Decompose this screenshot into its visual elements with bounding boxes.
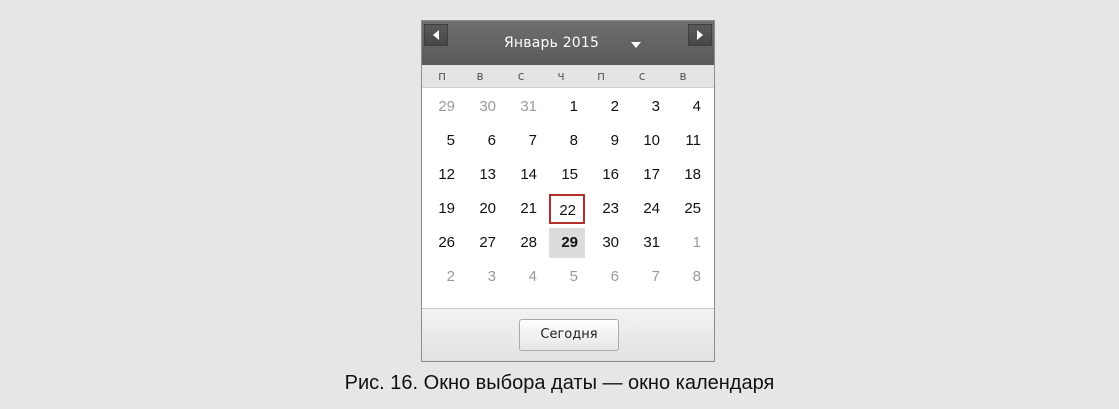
day-cell[interactable]: 7	[631, 262, 667, 292]
day-cell[interactable]: 12	[426, 160, 462, 190]
day-cell[interactable]: 27	[467, 228, 503, 258]
triangle-right-icon	[697, 30, 703, 40]
day-cell[interactable]: 16	[590, 160, 626, 190]
day-cell[interactable]: 15	[549, 160, 585, 190]
day-cell[interactable]: 1	[549, 92, 585, 122]
day-cell[interactable]: 25	[672, 194, 708, 224]
day-cell[interactable]: 3	[631, 92, 667, 122]
weekday-label: в	[476, 69, 484, 83]
day-cell[interactable]: 4	[672, 92, 708, 122]
day-cell[interactable]: 19	[426, 194, 462, 224]
weekday-label: п	[597, 69, 605, 83]
calendar-footer: Сегодня	[422, 308, 714, 361]
calendar-popup: Январь 2015 пвсчпсв 29 30 31 1 2 3 4 5 6 7 8 9 10 11 1…	[421, 20, 715, 362]
day-cell[interactable]: 11	[672, 126, 708, 156]
weekday-header-row: пвсчпсв	[422, 65, 714, 88]
day-cell[interactable]: 7	[508, 126, 544, 156]
day-cell[interactable]: 23	[590, 194, 626, 224]
triangle-down-icon[interactable]	[631, 42, 641, 48]
day-cell[interactable]: 3	[467, 262, 503, 292]
calendar-header: Январь 2015	[422, 21, 714, 65]
day-cell[interactable]: 10	[631, 126, 667, 156]
today-button[interactable]: Сегодня	[519, 319, 619, 351]
day-cell[interactable]: 28	[508, 228, 544, 258]
day-cell[interactable]: 29	[426, 92, 462, 122]
day-cell[interactable]: 30	[590, 228, 626, 258]
weekday-label: с	[638, 69, 646, 83]
triangle-left-icon	[433, 30, 439, 40]
day-cell[interactable]: 31	[508, 92, 544, 122]
day-cell[interactable]: 8	[549, 126, 585, 156]
day-cell-selected[interactable]: 22	[549, 194, 585, 224]
day-cell[interactable]: 26	[426, 228, 462, 258]
weekday-label: п	[438, 69, 446, 83]
day-cell[interactable]: 8	[672, 262, 708, 292]
day-cell[interactable]: 31	[631, 228, 667, 258]
month-year-title[interactable]: Январь 2015	[504, 35, 599, 51]
weekday-label: с	[517, 69, 525, 83]
next-month-button[interactable]	[688, 24, 712, 46]
day-cell[interactable]: 5	[549, 262, 585, 292]
day-cell-today[interactable]: 29	[549, 228, 585, 258]
day-cell[interactable]: 13	[467, 160, 503, 190]
day-cell[interactable]: 5	[426, 126, 462, 156]
figure-caption: Рис. 16. Окно выбора даты — окно календа…	[344, 372, 775, 394]
days-grid: 29 30 31 1 2 3 4 5 6 7 8 9 10 11 12 13 14 15 16 17 18 19 20 21 2…	[422, 88, 714, 308]
day-cell[interactable]: 20	[467, 194, 503, 224]
day-cell[interactable]: 6	[467, 126, 503, 156]
day-cell[interactable]: 6	[590, 262, 626, 292]
day-cell[interactable]: 21	[508, 194, 544, 224]
prev-month-button[interactable]	[424, 24, 448, 46]
weekday-label: ч	[557, 69, 565, 83]
day-cell[interactable]: 17	[631, 160, 667, 190]
day-cell[interactable]: 2	[426, 262, 462, 292]
day-cell[interactable]: 14	[508, 160, 544, 190]
day-cell[interactable]: 4	[508, 262, 544, 292]
day-cell[interactable]: 30	[467, 92, 503, 122]
day-cell[interactable]: 1	[672, 228, 708, 258]
day-cell[interactable]: 9	[590, 126, 626, 156]
weekday-label: в	[679, 69, 687, 83]
day-cell[interactable]: 2	[590, 92, 626, 122]
day-cell[interactable]: 24	[631, 194, 667, 224]
day-cell[interactable]: 18	[672, 160, 708, 190]
